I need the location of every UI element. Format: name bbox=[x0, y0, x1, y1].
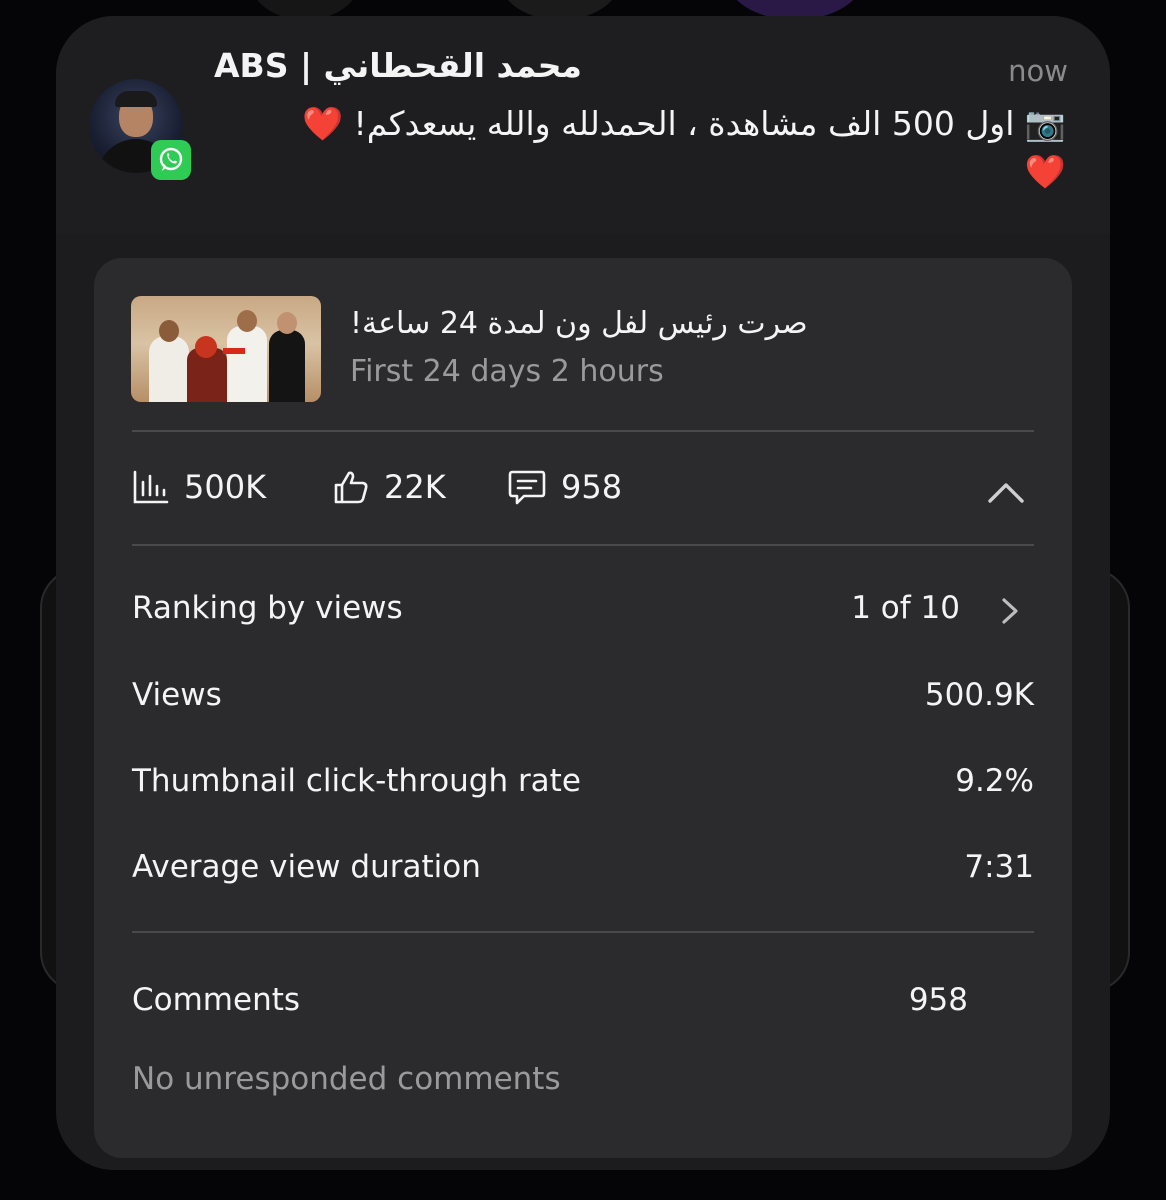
whatsapp-icon bbox=[151, 140, 191, 180]
notification-message: 📷 اول 500 الف مشاهدة ، الحمدلله والله يس… bbox=[256, 100, 1066, 196]
metric-label: Average view duration bbox=[132, 849, 481, 885]
notification-card[interactable]: ABS | محمد القحطاني now 📷 اول 500 الف مش… bbox=[56, 16, 1110, 1170]
thumbnail-figure bbox=[227, 326, 267, 402]
stats-row: 500K 22K 958 bbox=[132, 468, 1034, 520]
no-unresponded-comments: No unresponded comments bbox=[132, 1061, 561, 1097]
metric-value: 1 of 10 bbox=[851, 590, 960, 626]
thumbnail-figure bbox=[159, 320, 179, 342]
metric-value: 9.2% bbox=[955, 763, 1034, 799]
thumbs-up-icon bbox=[334, 471, 368, 504]
thumbnail-figure bbox=[195, 336, 217, 358]
likes-count: 22K bbox=[384, 468, 446, 506]
thumbnail-figure bbox=[149, 336, 189, 402]
likes-stat: 22K bbox=[332, 468, 446, 506]
metric-label: Thumbnail click-through rate bbox=[132, 763, 581, 799]
comments-count: 958 bbox=[561, 468, 623, 506]
video-thumbnail[interactable] bbox=[131, 296, 321, 402]
video-analytics-panel: صرت رئيس لفل ون لمدة 24 ساعة! First 24 d… bbox=[94, 258, 1072, 1158]
thumbnail-figure bbox=[269, 330, 305, 402]
views-count: 500K bbox=[184, 468, 267, 506]
thumbnail-figure bbox=[277, 312, 297, 334]
metric-label: Views bbox=[132, 677, 222, 713]
divider bbox=[132, 430, 1034, 432]
metric-label: Ranking by views bbox=[132, 590, 403, 626]
bar-chart-icon bbox=[133, 470, 169, 504]
video-title[interactable]: صرت رئيس لفل ون لمدة 24 ساعة! bbox=[350, 306, 808, 341]
comment-icon bbox=[508, 470, 546, 505]
chevron-up-icon[interactable] bbox=[986, 474, 1026, 514]
thumbnail-arrow bbox=[223, 348, 245, 354]
message-line-2: ❤️ bbox=[1024, 152, 1066, 191]
comments-value: 958 bbox=[908, 982, 968, 1018]
comments-label: Comments bbox=[132, 982, 301, 1018]
message-line-1: 📷 اول 500 الف مشاهدة ، الحمدلله والله يس… bbox=[301, 104, 1066, 143]
video-subtitle: First 24 days 2 hours bbox=[350, 354, 664, 389]
avatar-cap bbox=[115, 91, 157, 107]
views-stat: 500K bbox=[132, 468, 266, 506]
comments-stat: 958 bbox=[507, 468, 622, 506]
sender-name: ABS | محمد القحطاني bbox=[214, 46, 582, 85]
notification-time: now bbox=[1008, 54, 1068, 88]
metric-value: 7:31 bbox=[964, 849, 1034, 885]
chevron-right-icon[interactable] bbox=[994, 596, 1024, 626]
divider bbox=[132, 544, 1034, 546]
metric-value: 500.9K bbox=[924, 677, 1034, 713]
divider bbox=[132, 931, 1034, 933]
thumbnail-figure bbox=[237, 310, 257, 332]
notification-header[interactable]: ABS | محمد القحطاني now 📷 اول 500 الف مش… bbox=[56, 16, 1110, 234]
